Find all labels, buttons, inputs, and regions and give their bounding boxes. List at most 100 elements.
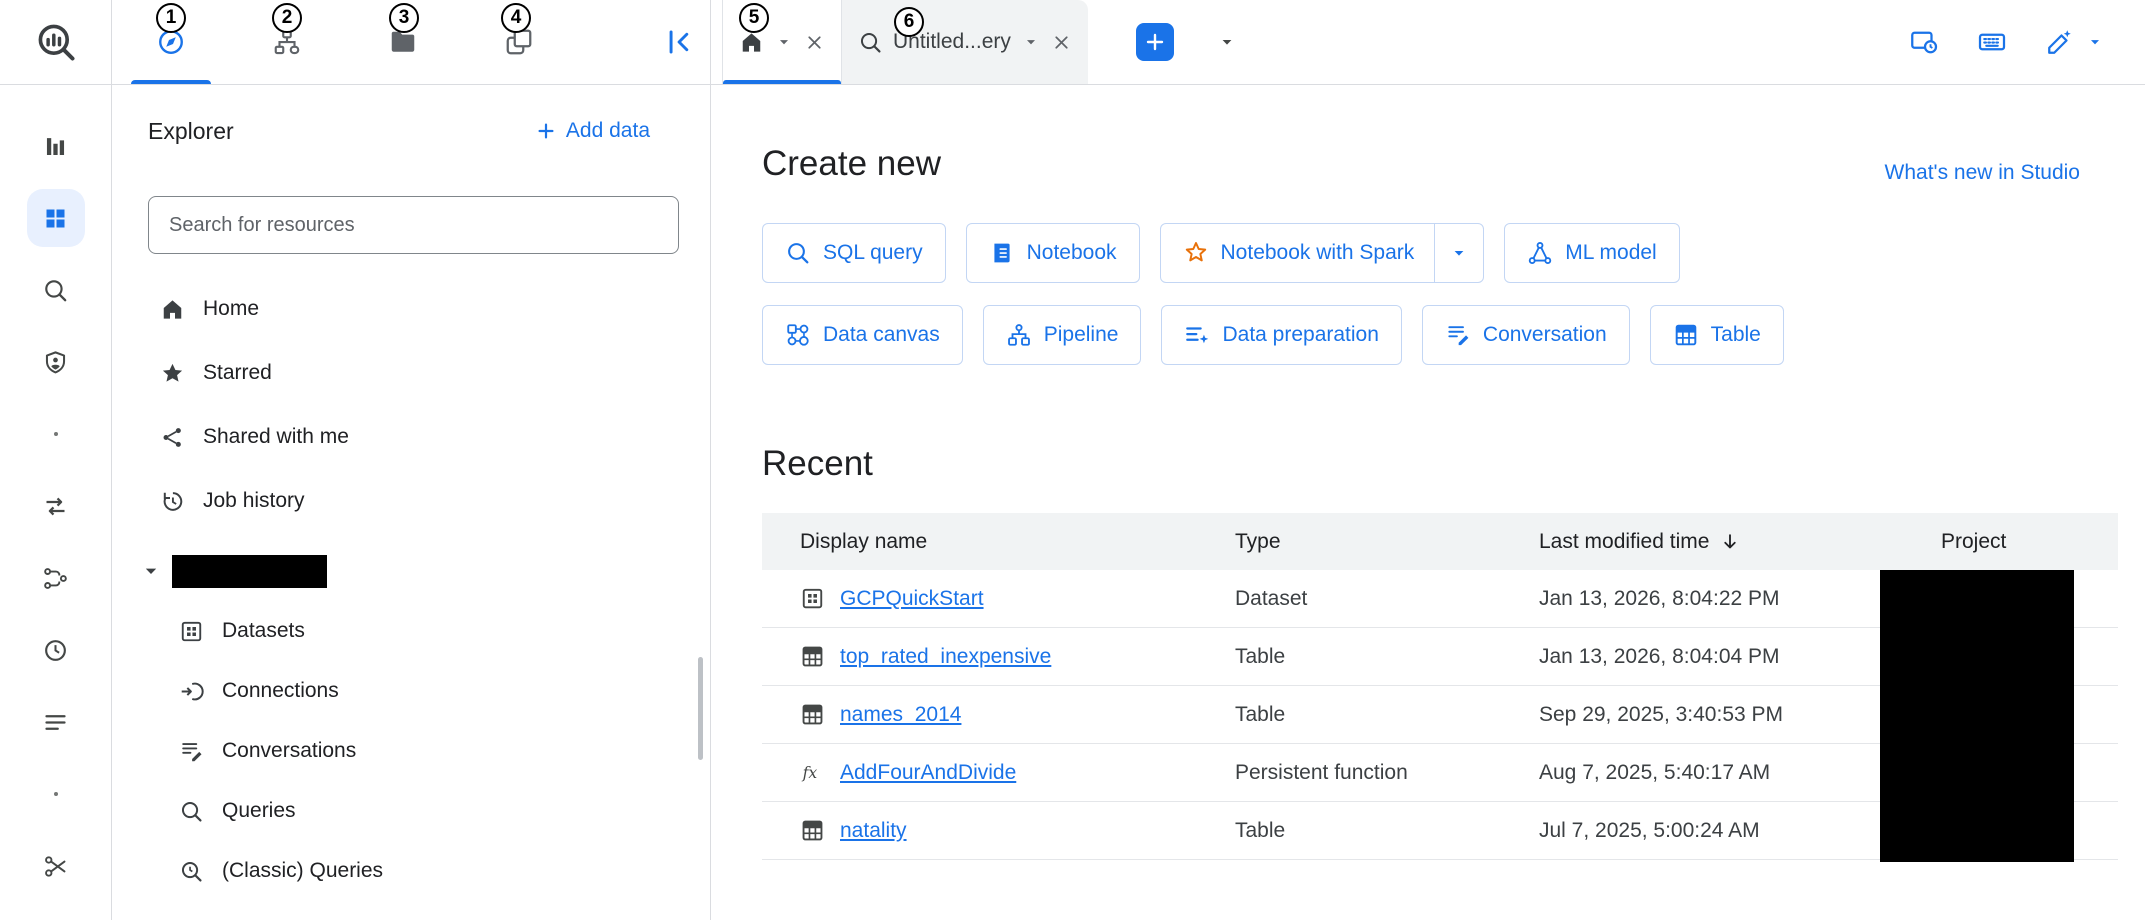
column-header-type[interactable]: Type <box>1197 530 1501 554</box>
dataset-icon <box>179 619 204 644</box>
tab-overflow-chevron-icon[interactable] <box>1216 31 1238 53</box>
rail-item-transfers[interactable] <box>0 470 111 542</box>
resource-type: Table <box>1197 645 1501 669</box>
search-box <box>148 196 679 254</box>
query-classic-icon <box>179 859 204 884</box>
query-icon <box>858 30 883 55</box>
explorer-item-label: Queries <box>222 799 296 823</box>
create-sql-query-button[interactable]: SQL query <box>762 223 946 283</box>
explorer-item-label: Connections <box>222 679 339 703</box>
home-icon <box>739 30 764 55</box>
explorer-item-conversations[interactable]: Conversations <box>112 721 710 781</box>
explorer-item-home[interactable]: Home <box>112 277 710 341</box>
collapse-panel-icon[interactable] <box>662 26 694 58</box>
branch-icon <box>42 565 69 592</box>
close-icon[interactable] <box>1051 32 1072 53</box>
explorer-scrollbar[interactable] <box>698 657 703 760</box>
explorer-item-connections[interactable]: Connections <box>112 661 710 721</box>
split-divider <box>1434 224 1435 282</box>
rail-item-admin-tools[interactable] <box>0 830 111 902</box>
explorer-item-project[interactable] <box>112 541 710 601</box>
rail-item-divider-dot-2 <box>0 758 111 830</box>
sql-generation-button[interactable] <box>2045 27 2105 57</box>
close-icon[interactable] <box>804 32 825 53</box>
rail-item-studio[interactable] <box>0 182 111 254</box>
ml-model-icon <box>1527 240 1553 266</box>
keyboard-icon <box>1977 27 2007 57</box>
column-header-project[interactable]: Project <box>1903 530 2118 554</box>
new-tab-button[interactable] <box>1136 23 1174 61</box>
create-conversation-button[interactable]: Conversation <box>1422 305 1630 365</box>
som-mark-1: 1 <box>156 3 186 33</box>
resource-search-input[interactable] <box>148 196 679 254</box>
create-table-button[interactable]: Table <box>1650 305 1784 365</box>
editor-tab-untitled-query[interactable]: Untitled...ery <box>842 0 1088 84</box>
function-icon: fx <box>800 760 825 785</box>
explorer-item-label: Conversations <box>222 739 356 763</box>
window-clock-icon <box>1909 27 1939 57</box>
query-icon <box>179 799 204 824</box>
rail-item-analysis-hub[interactable] <box>0 110 111 182</box>
resource-type: Persistent function <box>1197 761 1501 785</box>
last-modified-time: Jul 7, 2025, 5:00:24 AM <box>1501 819 1903 843</box>
rail-item-governance[interactable] <box>0 326 111 398</box>
add-data-button[interactable]: Add data <box>535 119 650 143</box>
display-name-cell: natality <box>762 818 1197 843</box>
chevron-down-icon[interactable] <box>774 32 794 52</box>
create-notebook-with-spark-button[interactable]: Notebook with Spark <box>1160 223 1485 283</box>
explorer-item-label: Starred <box>203 361 272 385</box>
table-grid-icon <box>800 818 825 843</box>
share-icon <box>160 425 185 450</box>
recent-table: Display name Type Last modified time Pro… <box>762 513 2118 860</box>
explorer-item-job-history[interactable]: Job history <box>112 469 710 533</box>
chevron-down-icon[interactable] <box>1448 242 1470 264</box>
bar-chart-icon <box>42 133 69 160</box>
tab-history-button[interactable] <box>1909 27 1939 57</box>
shield-person-icon <box>42 349 69 376</box>
table-grid-icon <box>800 702 825 727</box>
create-data-preparation-button[interactable]: Data preparation <box>1161 305 1401 365</box>
dot-icon <box>50 428 62 440</box>
resource-link[interactable]: GCPQuickStart <box>840 587 984 611</box>
sort-descending-icon <box>1719 531 1741 553</box>
create-data-canvas-button[interactable]: Data canvas <box>762 305 963 365</box>
create-ml-model-button[interactable]: ML model <box>1504 223 1679 283</box>
explorer-item-datasets[interactable]: Datasets <box>112 601 710 661</box>
create-notebook-button[interactable]: Notebook <box>966 223 1140 283</box>
chevron-down-icon[interactable] <box>2085 32 2105 52</box>
table-grid-icon <box>800 644 825 669</box>
resource-link[interactable]: top_rated_inexpensive <box>840 645 1051 669</box>
create-buttons-row-1: SQL query Notebook Notebook with Spark M… <box>762 223 2145 283</box>
create-pipeline-button[interactable]: Pipeline <box>983 305 1142 365</box>
transfers-icon <box>42 493 69 520</box>
resource-link[interactable]: AddFourAndDivide <box>840 761 1016 785</box>
display-name-cell: fx AddFourAndDivide <box>762 760 1197 785</box>
column-header-last-modified-time[interactable]: Last modified time <box>1501 530 1903 554</box>
resource-type: Table <box>1197 703 1501 727</box>
query-icon <box>785 240 811 266</box>
explorer-panel: Explorer Add data Home Starred Shared wi… <box>112 85 711 920</box>
connection-icon <box>179 679 204 704</box>
resource-link[interactable]: names_2014 <box>840 703 961 727</box>
rail-item-monitoring[interactable] <box>0 686 111 758</box>
explorer-item-shared-with-me[interactable]: Shared with me <box>112 405 710 469</box>
explorer-header: Explorer Add data <box>148 111 650 151</box>
som-mark-4: 4 <box>501 3 531 33</box>
chevron-down-icon[interactable] <box>1021 32 1041 52</box>
resource-link[interactable]: natality <box>840 819 907 843</box>
display-name-cell: GCPQuickStart <box>762 586 1197 611</box>
explorer-item-classic-queries[interactable]: (Classic) Queries <box>112 841 710 901</box>
explorer-item-starred[interactable]: Starred <box>112 341 710 405</box>
create-new-header: Create new What's new in Studio <box>762 143 2118 185</box>
rail-item-scheduling[interactable] <box>0 614 111 686</box>
whats-new-link[interactable]: What's new in Studio <box>1885 161 2118 185</box>
keyboard-shortcuts-button[interactable] <box>1977 27 2007 57</box>
explorer-title: Explorer <box>148 118 234 145</box>
expander-caret-icon[interactable] <box>138 558 164 584</box>
conversation-edit-icon <box>179 739 204 764</box>
explorer-item-queries[interactable]: Queries <box>112 781 710 841</box>
rail-item-pipelines[interactable] <box>0 542 111 614</box>
rail-item-search[interactable] <box>0 254 111 326</box>
som-mark-6: 6 <box>894 7 924 37</box>
column-header-display-name[interactable]: Display name <box>762 530 1197 554</box>
